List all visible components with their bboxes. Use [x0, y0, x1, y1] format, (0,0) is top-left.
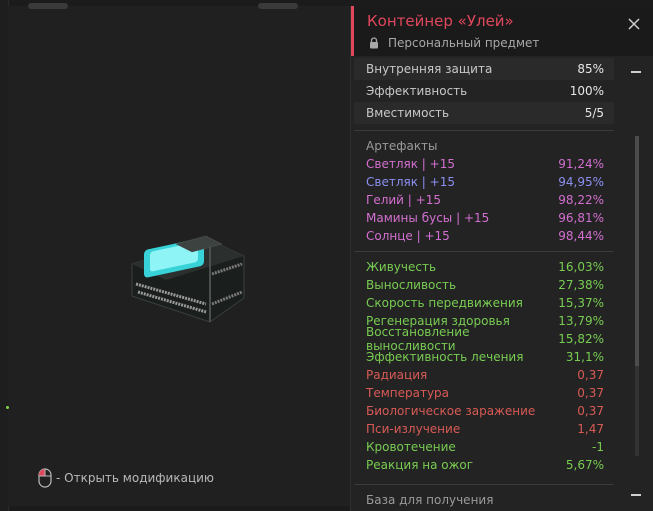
artifact-value: 94,95% — [558, 175, 604, 189]
effect-row: Живучесть 16,03% — [354, 258, 614, 276]
panel-header: Контейнер «Улей» Персональный предмет — [351, 6, 653, 56]
artifact-value: 98,22% — [558, 193, 604, 207]
artifact-list: Светляк | +15 91,24% Светляк | +15 94,95… — [354, 155, 614, 245]
artifact-value: 98,44% — [558, 229, 604, 243]
effect-value: 0,37 — [577, 404, 604, 418]
acquisition-section-title: База для получения — [366, 493, 494, 507]
stat-value: 85% — [577, 62, 604, 76]
stat-value: 100% — [569, 84, 604, 98]
stat-value: 5/5 — [584, 106, 604, 120]
artifact-row: Светляк | +15 91,24% — [354, 155, 614, 173]
effect-label: Пси-излучение — [366, 422, 461, 436]
effect-row: Кровотечение -1 — [354, 438, 614, 456]
divider — [354, 484, 614, 485]
item-title: Контейнер «Улей» — [367, 12, 514, 30]
base-stats: Внутренняя защита 85% Эффективность 100%… — [354, 58, 614, 124]
marker-dot — [6, 406, 9, 409]
scroll-track[interactable] — [635, 136, 639, 456]
effect-label: Радиация — [366, 368, 428, 382]
effect-row: Пси-излучение 1,47 — [354, 420, 614, 438]
artifact-name: Светляк | +15 — [366, 157, 455, 171]
scroll-bottom-mark[interactable] — [631, 494, 641, 496]
effect-label: Выносливость — [366, 278, 457, 292]
effect-value: -1 — [592, 440, 604, 454]
item-subtitle: Персональный предмет — [388, 36, 540, 50]
stat-label: Эффективность — [366, 84, 468, 98]
effect-label: Биологическое заражение — [366, 404, 536, 418]
artifact-value: 96,81% — [558, 211, 604, 225]
effect-value: 15,37% — [558, 296, 604, 310]
effect-row: Радиация 0,37 — [354, 366, 614, 384]
scroll-top-mark[interactable] — [631, 71, 641, 73]
hint-text: - Открыть модификацию — [56, 471, 215, 485]
scrollbar[interactable] — [615, 56, 653, 511]
effect-row: Температура 0,37 — [354, 384, 614, 402]
effect-row: Реакция на ожог 5,67% — [354, 456, 614, 474]
effect-label: Температура — [366, 386, 450, 400]
artifact-row: Светляк | +15 94,95% — [354, 173, 614, 191]
effect-value: 13,79% — [558, 314, 604, 328]
artifact-name: Гелий | +15 — [366, 193, 441, 207]
item-info-panel: Контейнер «Улей» Персональный предмет Вн… — [350, 6, 653, 511]
artifact-row: Солнце | +15 98,44% — [354, 227, 614, 245]
scroll-thumb[interactable] — [635, 136, 639, 366]
effect-label: Эффективность лечения — [366, 350, 524, 364]
artifact-row: Гелий | +15 98,22% — [354, 191, 614, 209]
effect-label: Реакция на ожог — [366, 458, 474, 472]
artifact-name: Солнце | +15 — [366, 229, 450, 243]
effect-row: Биологическое заражение 0,37 — [354, 402, 614, 420]
effect-value: 15,82% — [558, 332, 604, 346]
effects-list: Живучесть 16,03% Выносливость 27,38% Ско… — [354, 258, 614, 474]
divider — [354, 130, 614, 131]
stat-label: Вместимость — [366, 106, 450, 120]
artifact-row: Мамины бусы | +15 96,81% — [354, 209, 614, 227]
stat-row-internal-protection: Внутренняя защита 85% — [354, 58, 614, 80]
open-modification-hint: - Открыть модификацию — [38, 468, 214, 488]
container-hive-model[interactable] — [126, 234, 250, 326]
effect-value: 5,67% — [565, 458, 604, 472]
mouse-icon — [38, 468, 52, 488]
lock-icon — [370, 37, 378, 49]
stats-scroll-area[interactable]: Внутренняя защита 85% Эффективность 100%… — [354, 56, 614, 511]
stat-label: Внутренняя защита — [366, 62, 493, 76]
effect-value: 16,03% — [558, 260, 604, 274]
effect-value: 0,37 — [577, 368, 604, 382]
effect-label: Восстановление выносливости — [366, 325, 470, 353]
effect-row: Эффективность лечения 31,1% — [354, 348, 614, 366]
artifacts-section-title: Артефакты — [366, 139, 438, 153]
effect-value: 27,38% — [558, 278, 604, 292]
stat-row-capacity: Вместимость 5/5 — [354, 102, 614, 124]
top-tab-stub — [258, 3, 298, 9]
effect-label: Живучесть — [366, 260, 437, 274]
effect-value: 1,47 — [577, 422, 604, 436]
artifact-value: 91,24% — [558, 157, 604, 171]
stat-row-efficiency: Эффективность 100% — [354, 80, 614, 102]
effect-label: Кровотечение — [366, 440, 456, 454]
effect-value: 0,37 — [577, 386, 604, 400]
divider — [354, 251, 614, 252]
item-3d-viewer[interactable]: - Открыть модификацию — [8, 3, 352, 506]
top-tab-stub — [28, 3, 68, 9]
effect-value: 31,1% — [565, 350, 604, 364]
effect-row: Восстановление выносливости 15,82% — [354, 325, 614, 353]
artifact-name: Светляк | +15 — [366, 175, 455, 189]
effect-label: Скорость передвижения — [366, 296, 523, 310]
effect-row: Выносливость 27,38% — [354, 276, 614, 294]
effect-row: Скорость передвижения 15,37% — [354, 294, 614, 312]
artifact-name: Мамины бусы | +15 — [366, 211, 490, 225]
close-icon[interactable] — [627, 17, 641, 31]
